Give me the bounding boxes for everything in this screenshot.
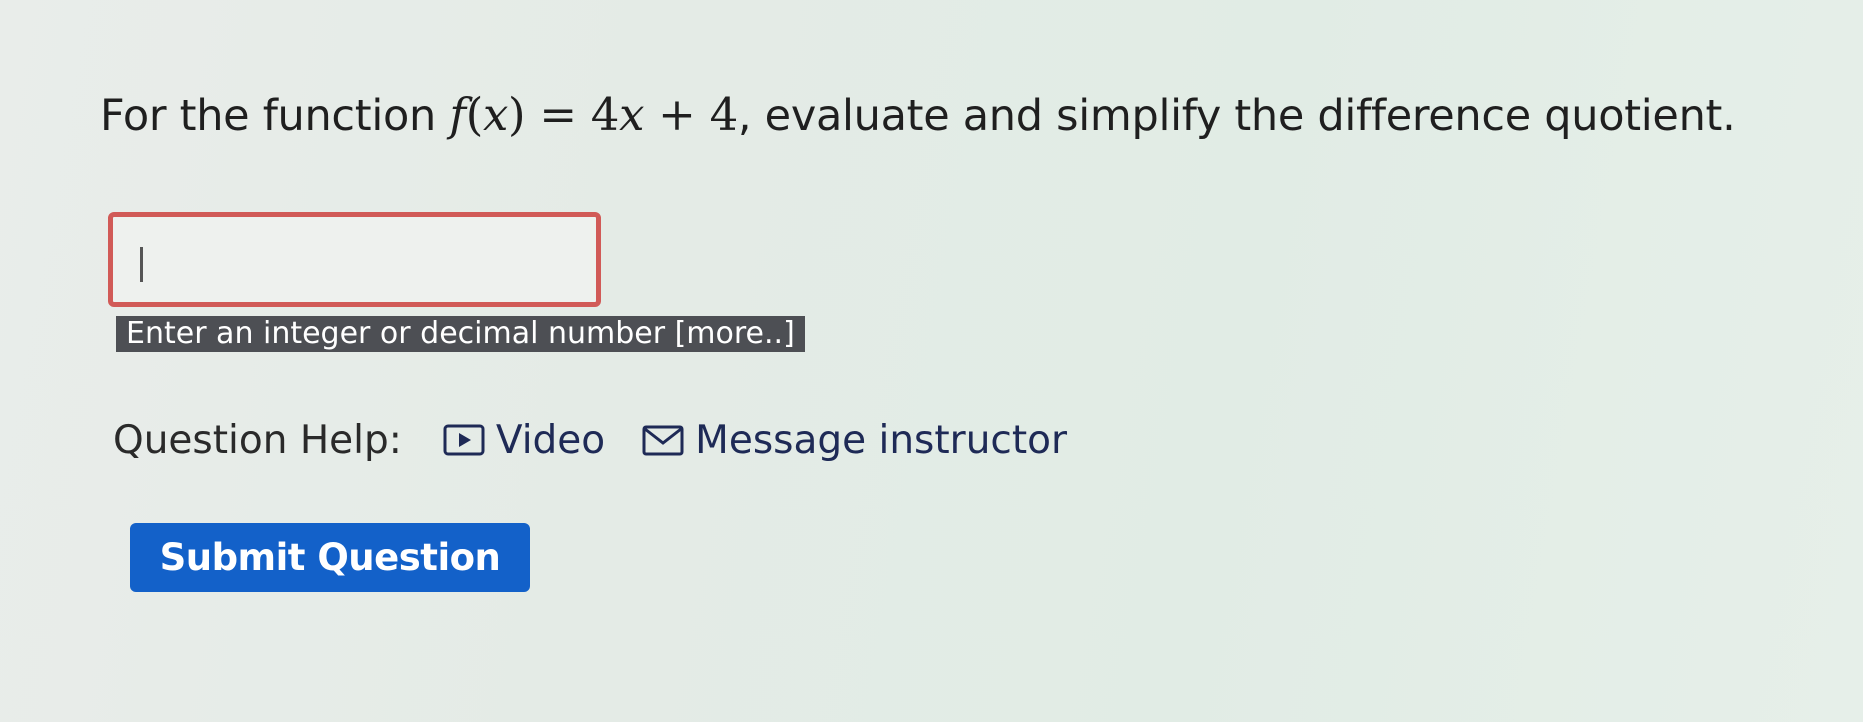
question-help-row: Question Help: Video Message instructor: [113, 412, 1103, 468]
question-help-label: Question Help:: [113, 417, 402, 463]
more-info-link[interactable]: [more..]: [675, 316, 795, 351]
video-help-link[interactable]: Video: [442, 418, 605, 463]
function-formula: f(x) = 4x + 4: [449, 88, 738, 141]
message-instructor-label: Message instructor: [695, 417, 1068, 463]
video-play-icon: [442, 422, 486, 458]
answer-field-container[interactable]: [108, 212, 601, 307]
question-text: For the function f(x) = 4x + 4, evaluate…: [100, 88, 1736, 141]
envelope-icon: [641, 422, 685, 458]
question-suffix: , evaluate and simplify the difference q…: [737, 91, 1736, 141]
answer-input[interactable]: [113, 217, 596, 302]
question-prefix: For the function: [100, 91, 450, 141]
video-label: Video: [495, 417, 606, 463]
submit-question-button[interactable]: Submit Question: [130, 523, 530, 592]
text-caret: [140, 247, 143, 282]
hint-text: Enter an integer or decimal number: [126, 316, 675, 351]
answer-format-hint: Enter an integer or decimal number [more…: [116, 316, 805, 352]
message-instructor-link[interactable]: Message instructor: [641, 418, 1067, 463]
